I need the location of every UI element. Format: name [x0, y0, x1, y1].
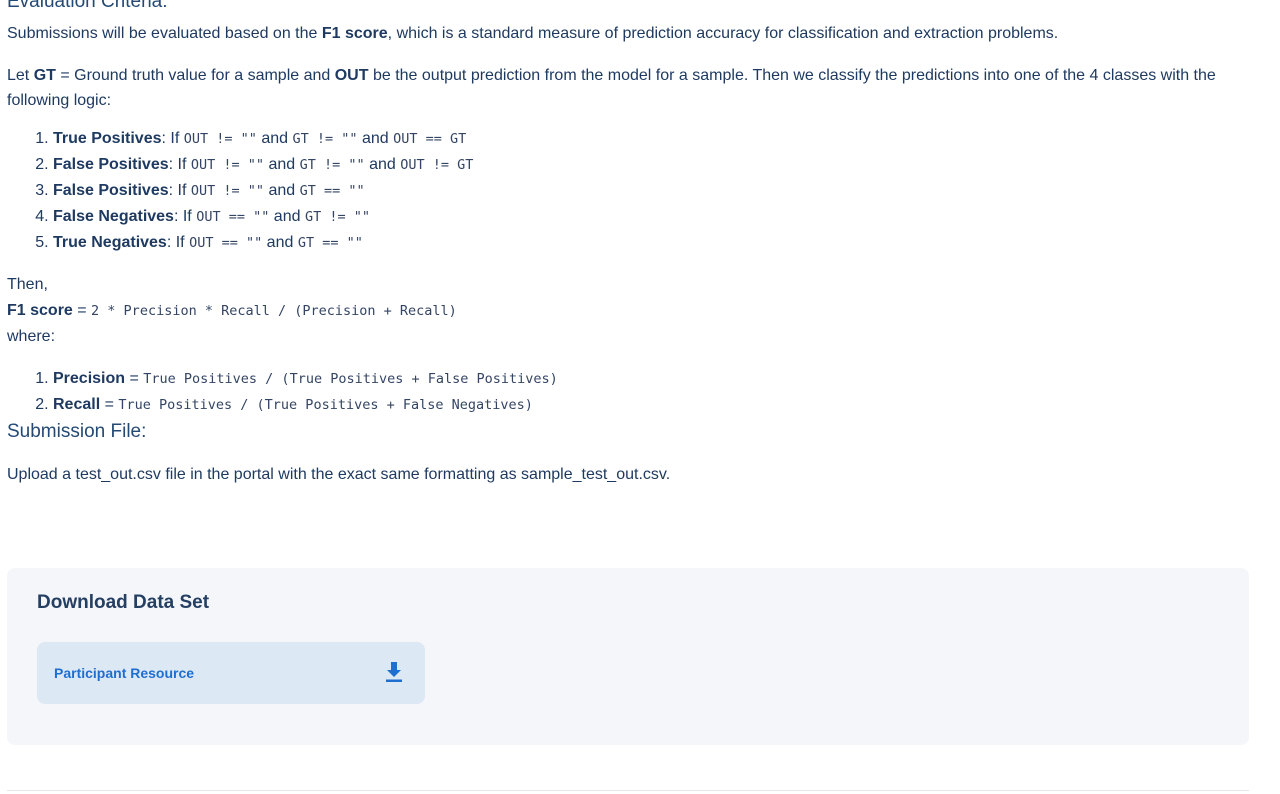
footer-divider	[7, 790, 1249, 791]
classification-rules-list: True Positives: If OUT != "" and GT != "…	[7, 126, 1249, 256]
evaluation-intro: Submissions will be evaluated based on t…	[7, 25, 1059, 42]
submission-file-heading: Submission File:	[7, 421, 147, 442]
metric-precision: Precision = True Positives / (True Posit…	[53, 366, 1249, 392]
rule-true-negatives: True Negatives: If OUT == "" and GT == "…	[53, 230, 1249, 256]
submission-text: Upload a test_out.csv file in the portal…	[7, 466, 671, 483]
problem-statement: Evaluation Criteria: Submissions will be…	[7, 0, 1249, 487]
definitions-paragraph: Let GT = Ground truth value for a sample…	[7, 67, 1216, 109]
download-data-set-panel: Download Data Set Participant Resource	[7, 568, 1249, 745]
rule-false-positives-empty-gt: False Positives: If OUT != "" and GT == …	[53, 178, 1249, 204]
evaluation-criteria-heading: Evaluation Criteria:	[7, 0, 168, 12]
participant-resource-label: Participant Resource	[54, 665, 195, 681]
rule-false-negatives: False Negatives: If OUT == "" and GT != …	[53, 204, 1249, 230]
where-text: where:	[7, 328, 56, 345]
download-data-set-heading: Download Data Set	[37, 592, 210, 613]
download-icon	[386, 662, 402, 682]
rule-false-positives-mismatch: False Positives: If OUT != "" and GT != …	[53, 152, 1249, 178]
f1-definition: Then, F1 score = 2 * Precision * Recall …	[7, 272, 1249, 350]
participant-resource-button[interactable]: Participant Resource	[37, 642, 425, 704]
metric-recall: Recall = True Positives / (True Positive…	[53, 392, 1249, 418]
metrics-list: Precision = True Positives / (True Posit…	[7, 366, 1249, 418]
then-text: Then,	[7, 276, 48, 293]
f1-formula-line: F1 score = 2 * Precision * Recall / (Pre…	[7, 302, 457, 319]
rule-true-positives: True Positives: If OUT != "" and GT != "…	[53, 126, 1249, 152]
